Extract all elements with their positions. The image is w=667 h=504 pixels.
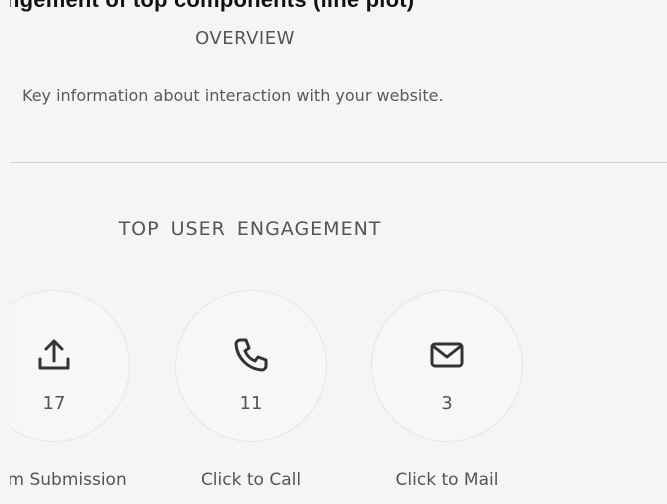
- engagement-count: 11: [239, 393, 263, 414]
- overview-title: OVERVIEW: [195, 28, 295, 49]
- engagement-title: TOP USER ENGAGEMENT: [118, 218, 382, 240]
- engagement-label-click-to-call: Click to Call: [200, 470, 302, 490]
- overview-subtitle: Key information about interaction with y…: [22, 86, 444, 105]
- mail-icon: [430, 342, 464, 368]
- engagement-card-click-to-mail[interactable]: 3: [371, 290, 523, 442]
- engagement-count: 17: [42, 393, 66, 414]
- engagement-card-form-submission[interactable]: 17: [0, 290, 130, 442]
- engagement-label-form-submission: Form Submission: [0, 470, 127, 490]
- section-divider: [10, 162, 667, 163]
- phone-icon: [234, 338, 268, 372]
- engagement-count: 3: [441, 393, 453, 414]
- header-fragment: ngement of top components (line plot): [0, 0, 420, 22]
- header-fragment-text: ngement of top components (line plot): [6, 0, 414, 13]
- upload-icon: [38, 339, 70, 370]
- engagement-card-click-to-call[interactable]: 11: [175, 290, 327, 442]
- left-edge-mask: [0, 0, 10, 504]
- engagement-label-click-to-mail: Click to Mail: [395, 470, 499, 490]
- page: ngement of top components (line plot) OV…: [0, 0, 667, 504]
